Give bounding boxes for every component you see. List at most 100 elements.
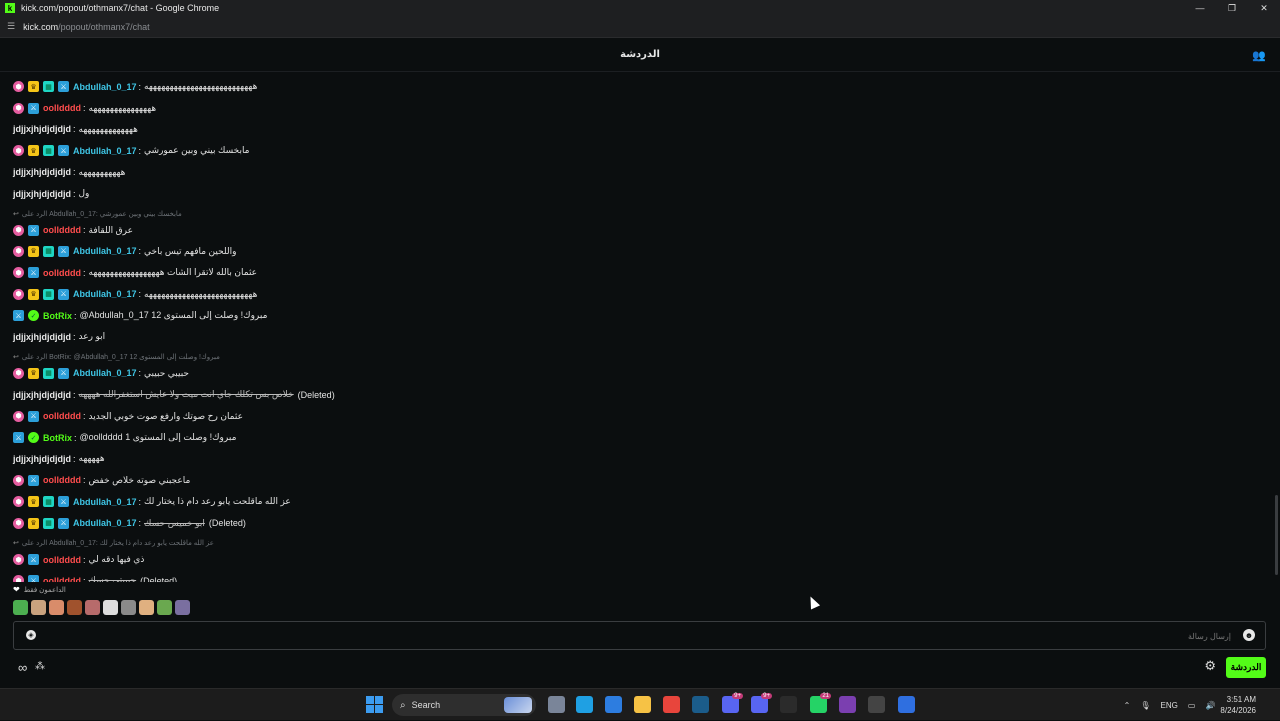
chat-message[interactable]: ⬢ ♛ ▦ ⚔ Abdullah_0_17: واللحين مافهم تيس باخي: [0, 241, 1276, 262]
chat-username[interactable]: Abdullah_0_17: [73, 82, 137, 92]
chat-username[interactable]: jdjjxjhjdjdjdjd: [13, 390, 71, 400]
network-icon[interactable]: ▭: [1188, 701, 1196, 710]
chat-username[interactable]: jdjjxjhjdjdjdjd: [13, 332, 71, 342]
users-icon[interactable]: 👥: [1252, 49, 1266, 62]
edge-icon[interactable]: [576, 696, 593, 713]
chat-username[interactable]: Abdullah_0_17: [73, 368, 137, 378]
close-button[interactable]: ✕: [1248, 0, 1280, 16]
mic-icon[interactable]: 🎙: [1140, 701, 1150, 710]
chat-message-text: هههههههههههههه: [78, 123, 138, 134]
chat-message[interactable]: ⬢ ⚔ oolldddd: ذي فيها دقه لي: [0, 549, 1276, 570]
chrome-icon[interactable]: [663, 696, 680, 713]
chat-message[interactable]: ⚔ ✓ BotRix: @Abdullah_0_17 مبروك! وصلت إلى …: [0, 305, 1276, 326]
emote-icon[interactable]: [121, 600, 136, 615]
app-icon[interactable]: [839, 696, 856, 713]
chevron-up-icon[interactable]: ⌃: [1124, 701, 1131, 710]
chat-username[interactable]: BotRix: [43, 311, 72, 321]
chat-message[interactable]: ⬢ ♛ ▦ ⚔ Abdullah_0_17: هههههههههههههههههههههه…: [0, 76, 1276, 97]
task-view-icon[interactable]: [548, 696, 565, 713]
chat-username[interactable]: Abdullah_0_17: [73, 497, 137, 507]
username-separator: :: [73, 389, 76, 400]
emote-icon[interactable]: [175, 600, 190, 615]
volume-icon[interactable]: 🔊: [1205, 701, 1215, 710]
nvidia-icon[interactable]: [780, 696, 797, 713]
chat-message[interactable]: ⚔ ✓ BotRix: @oolldddd مبروك! وصلت إلى المست…: [0, 427, 1276, 448]
minimize-button[interactable]: —: [1184, 0, 1216, 16]
emoji-icon[interactable]: ☻: [1243, 629, 1255, 641]
whatsapp-icon[interactable]: 21: [810, 693, 831, 713]
steam-icon[interactable]: [692, 696, 709, 713]
chat-message[interactable]: ⬢ ♛ ▦ ⚔ Abdullah_0_17: مابخسك بيني وبين عمورش…: [0, 140, 1276, 161]
windows-start-icon[interactable]: [366, 696, 383, 713]
chat-message-text: خلاص بس تكلك جاي انت ميت ولا عايش استغفر…: [78, 389, 294, 400]
chat-message[interactable]: ⬢ ⚔ oolldddd: ماعجبني صوته خلاص خفض: [0, 470, 1276, 491]
chat-message[interactable]: ⬢ ♛ ▦ ⚔ Abdullah_0_17: هههههههههههههههههههههه…: [0, 284, 1276, 305]
chat-username[interactable]: Abdullah_0_17: [73, 518, 137, 528]
chat-message[interactable]: ⬢ ♛ ▦ ⚔ Abdullah_0_17: ابو خميس حسك (Deleted): [0, 512, 1276, 533]
chat-input-box[interactable]: ◈ ☻: [13, 621, 1266, 650]
chat-username[interactable]: oolldddd: [43, 225, 81, 235]
chat-username[interactable]: oolldddd: [43, 103, 81, 113]
chat-message[interactable]: ⬢ ⚔ oolldddd: عرق اللقافة: [0, 219, 1276, 240]
chat-username[interactable]: oolldddd: [43, 475, 81, 485]
language-indicator[interactable]: ENG: [1161, 701, 1178, 710]
emote-icon[interactable]: [31, 600, 46, 615]
chat-send-button[interactable]: الدردشة: [1226, 657, 1266, 678]
chat-message[interactable]: ⬢ ⚔ oolldddd: عثمان بالله لاتقرا الشات هههه…: [0, 262, 1276, 283]
gift-badge-icon: ▦: [43, 81, 54, 93]
emote-icon[interactable]: [85, 600, 100, 615]
chat-message[interactable]: ⬢ ♛ ▦ ⚔ Abdullah_0_17: عز الله ماقلحت يابو رع…: [0, 491, 1276, 512]
app2-icon[interactable]: [898, 696, 915, 713]
infinity-icon[interactable]: ∞: [18, 660, 27, 675]
scrollbar[interactable]: [1275, 495, 1278, 575]
emote-icon[interactable]: [139, 600, 154, 615]
chat-username[interactable]: oolldddd: [43, 268, 81, 278]
explorer-icon[interactable]: [634, 696, 651, 713]
chat-username[interactable]: jdjjxjhjdjdjdjd: [13, 454, 71, 464]
emote-icon[interactable]: [13, 600, 28, 615]
moderator-badge-icon: ⚔: [58, 245, 69, 257]
clock[interactable]: 3:51 AM 8/24/2026: [1220, 694, 1256, 716]
chat-username[interactable]: Abdullah_0_17: [73, 146, 137, 156]
message-input[interactable]: [231, 628, 1231, 644]
chat-username[interactable]: BotRix: [43, 433, 72, 443]
site-info-icon[interactable]: ☰: [7, 21, 15, 32]
obs-icon[interactable]: [868, 696, 885, 713]
chat-username[interactable]: Abdullah_0_17: [73, 246, 137, 256]
emote-icon[interactable]: [103, 600, 118, 615]
chat-message[interactable]: jdjjxjhjdjdjdjd: هههههه: [0, 448, 1276, 469]
gear-icon[interactable]: ⚙: [1204, 658, 1216, 674]
chat-message[interactable]: jdjjxjhjdjdjdjd: ابو رعد: [0, 326, 1276, 347]
chat-message[interactable]: jdjjxjhjdjdjdjd: هههههههههههههه: [0, 119, 1276, 140]
emote-icon[interactable]: [67, 600, 82, 615]
subscriber-badge-icon: ⬢: [13, 554, 24, 565]
shield-icon[interactable]: ◈: [26, 630, 36, 640]
address-bar[interactable]: ☰ kick.com/popout/othmanx7/chat: [0, 16, 1280, 38]
taskbar-search[interactable]: ⌕ Search: [392, 694, 536, 716]
chat-message[interactable]: ⬢ ⚔ oolldddd: هههههههههههههههه: [0, 97, 1276, 118]
emote-icon[interactable]: [157, 600, 172, 615]
chat-message[interactable]: ⬢ ⚔ oolldddd: عثمان رح صوتك وارفع صوت خوبي …: [0, 405, 1276, 426]
chat-username[interactable]: jdjjxjhjdjdjdjd: [13, 124, 71, 134]
chat-message-text: ههههههههههههههههههههههههههه: [144, 288, 258, 299]
reply-context: ↩ الرد على BotRix: @Abdullah_0_17 مبروك! …: [0, 352, 1276, 363]
store-icon[interactable]: [605, 696, 622, 713]
chat-username[interactable]: oolldddd: [43, 411, 81, 421]
chat-username[interactable]: jdjjxjhjdjdjdjd: [13, 167, 71, 177]
restore-button[interactable]: ❐: [1216, 0, 1248, 16]
chat-messages[interactable]: ⬢ ♛ ▦ ⚔ Abdullah_0_17: هههههههههههههههههههههه…: [0, 76, 1276, 582]
chat-username[interactable]: jdjjxjhjdjdjdjd: [13, 189, 71, 199]
emote-icon[interactable]: [49, 600, 64, 615]
chat-username[interactable]: Abdullah_0_17: [73, 289, 137, 299]
discord-ptb-icon[interactable]: 9+: [751, 693, 772, 713]
share-icon[interactable]: ⁂: [35, 661, 45, 672]
chat-message[interactable]: ⬢ ⚔ oolldddd: حبيبتي حسك (Deleted): [0, 570, 1276, 582]
chat-message[interactable]: jdjjxjhjdjdjdjd: ههههههههههه: [0, 162, 1276, 183]
chat-username[interactable]: oolldddd: [43, 576, 81, 582]
chat-username[interactable]: oolldddd: [43, 555, 81, 565]
moderator-badge-icon: ⚔: [58, 145, 69, 157]
discord-icon[interactable]: 9+: [722, 693, 743, 713]
chat-message[interactable]: ⬢ ♛ ▦ ⚔ Abdullah_0_17: حبيبي حبيبي: [0, 363, 1276, 384]
chat-message[interactable]: jdjjxjhjdjdjdjd: خلاص بس تكلك جاي انت ميت…: [0, 384, 1276, 405]
chat-message[interactable]: jdjjxjhjdjdjdjd: ول: [0, 183, 1276, 204]
